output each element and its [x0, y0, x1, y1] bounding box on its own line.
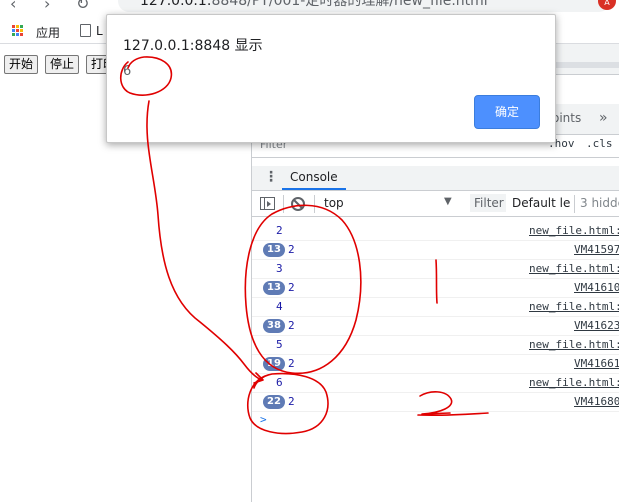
message-value: 2 [276, 224, 283, 237]
console-message: 13 2 VM41610 [252, 278, 619, 298]
repeat-count-badge: 38 [263, 319, 285, 333]
message-value: 4 [276, 300, 283, 313]
console-filter-input[interactable]: Filter [470, 194, 506, 212]
drawer-menu-icon[interactable]: ⋮ [264, 169, 278, 185]
toolbar-divider [574, 195, 575, 213]
drawer-tabbar: ⋮ Console [252, 166, 619, 191]
console-message: 2 new_file.html: [252, 221, 619, 241]
message-value: 5 [276, 338, 283, 351]
more-tabs-icon[interactable]: » [599, 110, 608, 126]
message-source-link[interactable]: VM41610 [574, 281, 619, 294]
message-source-link[interactable]: VM41680 [574, 395, 619, 408]
reload-icon[interactable]: ↻ [76, 0, 89, 13]
console-message: 22 2 VM41680 [252, 392, 619, 412]
clear-console-icon[interactable] [291, 197, 305, 211]
console-prompt[interactable]: > [252, 413, 619, 429]
message-value: 2 [288, 357, 295, 370]
message-value: 2 [288, 243, 295, 256]
repeat-count-badge: 13 [263, 243, 285, 257]
url-host: 127.0.0.1: [140, 0, 212, 9]
console-message: 13 2 VM41597 [252, 240, 619, 260]
message-source-link[interactable]: new_file.html: [529, 300, 619, 313]
message-value: 2 [288, 319, 295, 332]
back-icon[interactable]: ‹ [10, 0, 16, 13]
message-source-link[interactable]: new_file.html: [529, 224, 619, 237]
console-message: 4 new_file.html: [252, 297, 619, 317]
hidden-messages-count: 3 hidde [580, 196, 619, 210]
message-value: 6 [276, 376, 283, 389]
caret-down-icon[interactable]: ▼ [444, 196, 452, 207]
message-value: 2 [288, 395, 295, 408]
dialog-message: 6 [123, 64, 132, 79]
strip-decoration [552, 62, 619, 68]
alert-dialog: 127.0.0.1:8848 显示 6 确定 [106, 14, 556, 143]
toolbar-divider [283, 195, 284, 213]
console-message: 5 new_file.html: [252, 335, 619, 355]
message-value: 3 [276, 262, 283, 275]
apps-grid-icon[interactable] [12, 25, 24, 37]
message-value: 2 [288, 281, 295, 294]
context-selector[interactable]: top [324, 196, 344, 210]
message-source-link[interactable]: VM41597 [574, 243, 619, 256]
message-source-link[interactable]: new_file.html: [529, 338, 619, 351]
address-bar[interactable]: 127.0.0.1:8848/PT/001-定时器的理解/new_file.ht… [118, 0, 610, 12]
start-button[interactable]: 开始 [4, 55, 39, 74]
repeat-count-badge: 19 [263, 357, 285, 371]
repeat-count-badge: 22 [263, 395, 285, 409]
message-source-link[interactable]: new_file.html: [529, 262, 619, 275]
toolbar-divider [314, 195, 315, 213]
forward-icon[interactable]: › [44, 0, 50, 13]
message-source-link[interactable]: new_file.html: [529, 376, 619, 389]
console-message: 3 new_file.html: [252, 259, 619, 279]
message-source-link[interactable]: VM41623 [574, 319, 619, 332]
repeat-count-badge: 13 [263, 281, 285, 295]
page-icon [80, 24, 91, 37]
console-toolbar: top ▼ Filter Default le 3 hidde [252, 192, 619, 217]
log-levels-dropdown[interactable]: Default le [512, 196, 570, 210]
bookmark-apps[interactable]: 应用 [36, 24, 60, 41]
message-source-link[interactable]: VM41661 [574, 357, 619, 370]
console-message: 38 2 VM41623 [252, 316, 619, 336]
console-filter-placeholder: Filter [474, 196, 504, 210]
stop-button[interactable]: 停止 [45, 55, 80, 74]
tab-sources-partial[interactable]: oints [552, 111, 581, 125]
show-sidebar-icon[interactable] [260, 197, 275, 210]
dialog-title: 127.0.0.1:8848 显示 [123, 38, 263, 54]
prompt-arrow-icon: > [260, 413, 267, 426]
avatar-initial: A [604, 0, 610, 7]
url-path: 8848/PT/001-定时器的理解/new_file.html [211, 0, 488, 9]
console-message: 19 2 VM41661 [252, 354, 619, 374]
console-message: 6 new_file.html: [252, 373, 619, 393]
cls-toggle[interactable]: .cls [586, 137, 613, 150]
tab-console[interactable]: Console [282, 166, 346, 190]
bookmark-item[interactable]: L [96, 24, 103, 38]
ok-button[interactable]: 确定 [474, 95, 540, 129]
